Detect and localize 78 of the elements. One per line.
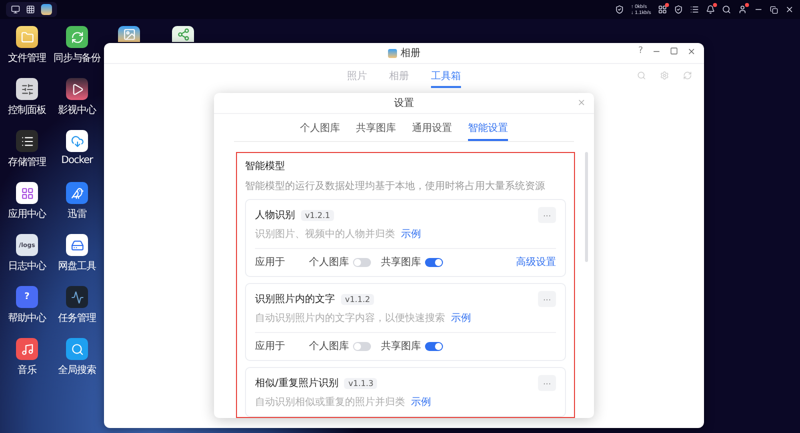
applies-label: 应用于: [255, 340, 285, 353]
example-link[interactable]: 示例: [411, 395, 431, 409]
user-icon[interactable]: [738, 5, 747, 14]
toggle-switch[interactable]: [353, 258, 371, 266]
model-description: 识别图片、视频中的人物并归类: [255, 228, 395, 241]
dialog-tab[interactable]: 个人图库: [300, 119, 340, 141]
section-description: 智能模型的运行及数据处理均基于本地，使用时将占用大量系统资源: [245, 180, 546, 193]
share-app-icon[interactable]: [172, 26, 194, 42]
dialog-tab[interactable]: 通用设置: [412, 119, 452, 141]
model-description: 自动识别照片内的文字内容，以便快速搜索: [255, 312, 445, 325]
sliders-app-icon[interactable]: [16, 78, 38, 100]
disk-app-icon[interactable]: [66, 234, 88, 256]
applies-label: 应用于: [255, 256, 285, 269]
more-button[interactable]: ···: [538, 207, 556, 223]
app-label: 日志中心: [8, 260, 46, 273]
maximize-icon[interactable]: [670, 47, 678, 55]
version-tag: v1.1.2: [341, 294, 374, 304]
folder-app-icon[interactable]: [16, 26, 38, 48]
app-label: 迅雷: [68, 208, 86, 221]
photos-app-icon[interactable]: [118, 26, 140, 42]
app-label: Docker: [61, 155, 93, 166]
bird-app-icon[interactable]: [66, 182, 88, 204]
window-tab[interactable]: 工具箱: [431, 66, 461, 88]
app-label: 存储管理: [8, 156, 46, 169]
photos-app-icon[interactable]: [41, 4, 52, 15]
storage-app-icon[interactable]: [16, 130, 38, 152]
example-link[interactable]: 示例: [401, 227, 421, 241]
section-title: 智能模型: [245, 160, 286, 173]
version-tag: v1.1.3: [344, 378, 378, 388]
model-name: 人物识别: [255, 209, 295, 222]
app-label: 任务管理: [58, 312, 96, 325]
app-label: 文件管理: [8, 52, 46, 65]
badge-icon[interactable]: [674, 5, 683, 14]
dialog-tab[interactable]: 共享图库: [356, 119, 396, 141]
more-button[interactable]: ···: [538, 375, 556, 391]
more-button[interactable]: ···: [538, 291, 556, 307]
search-app-icon[interactable]: [66, 338, 88, 360]
app-label: 网盘工具: [58, 260, 96, 273]
restore-icon[interactable]: [770, 6, 778, 14]
app-label: 应用中心: [8, 208, 46, 221]
search-icon[interactable]: [722, 5, 731, 14]
version-tag: v1.2.1: [301, 210, 334, 220]
advanced-settings-link[interactable]: 高级设置: [516, 255, 556, 269]
sync-app-icon[interactable]: [66, 26, 88, 48]
app-label: 影视中心: [58, 104, 96, 117]
app-label: 控制面板: [8, 104, 46, 117]
toggle-label: 共享图库: [381, 340, 421, 353]
toggle-label: 个人图库: [309, 256, 349, 269]
model-description: 自动识别相似或重复的照片并归类: [255, 396, 405, 409]
notification-icon[interactable]: [706, 5, 715, 14]
docker-app-icon[interactable]: [66, 130, 88, 152]
grid-menu-icon[interactable]: [26, 5, 35, 14]
toggle-label: 共享图库: [381, 256, 421, 269]
app-label: 帮助中心: [8, 312, 46, 325]
video-app-icon[interactable]: [66, 78, 88, 100]
app-label: 同步与备份: [53, 52, 100, 65]
toggle-switch[interactable]: [425, 342, 443, 350]
example-link[interactable]: 示例: [451, 311, 471, 325]
list-icon[interactable]: [690, 5, 699, 14]
app-label: 全局搜索: [58, 364, 96, 377]
music-app-icon[interactable]: [16, 338, 38, 360]
app-label: 音乐: [18, 364, 36, 377]
desktop-icon[interactable]: [11, 5, 20, 14]
apps-app-icon[interactable]: [16, 182, 38, 204]
dialog-tab[interactable]: 智能设置: [468, 119, 508, 141]
scrollbar[interactable]: [585, 152, 588, 262]
help-button[interactable]: ?: [638, 46, 643, 56]
monitor-app-icon[interactable]: [66, 286, 88, 308]
toggle-switch[interactable]: [353, 342, 371, 350]
toggle-label: 个人图库: [309, 340, 349, 353]
window-title: 相册: [400, 46, 420, 60]
help-app-icon[interactable]: ?: [16, 286, 38, 308]
toggle-switch[interactable]: [425, 258, 443, 266]
model-name: 相似/重复照片识别: [255, 376, 338, 390]
model-name: 识别照片内的文字: [255, 292, 335, 306]
panel-icon[interactable]: [658, 5, 667, 14]
dialog-title: 设置: [394, 96, 414, 110]
photos-app-icon: [388, 48, 396, 58]
